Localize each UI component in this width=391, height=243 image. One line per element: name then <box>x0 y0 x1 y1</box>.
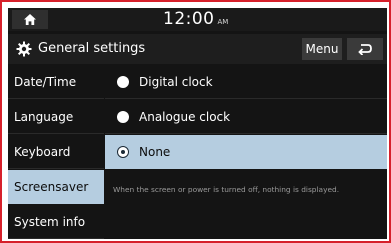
sidebar-item-label: Screensaver <box>14 180 89 194</box>
sidebar-item-system-info[interactable]: System info <box>8 205 104 239</box>
sidebar-item-screensaver[interactable]: Screensaver <box>8 170 104 204</box>
page-title: General settings <box>38 41 146 56</box>
sidebar-item-label: Keyboard <box>14 145 71 159</box>
settings-sidebar: Date/Time Language Keyboard Screensaver … <box>8 65 104 239</box>
sidebar-item-label: System info <box>14 215 86 229</box>
screensaver-options: Digital clock Analogue clock None When t… <box>105 65 387 239</box>
gear-icon <box>16 41 32 57</box>
status-bar: 12:00 AM <box>8 8 387 31</box>
option-label: Analogue clock <box>139 110 231 124</box>
sidebar-item-date-time[interactable]: Date/Time <box>8 65 104 99</box>
head-unit-screen: 12:00 AM General settings Menu Date/Time… <box>8 8 387 239</box>
home-button[interactable] <box>12 10 48 29</box>
radio-button[interactable] <box>117 76 129 88</box>
option-analogue-clock[interactable]: Analogue clock <box>105 100 387 134</box>
sidebar-item-language[interactable]: Language <box>8 100 104 134</box>
option-description: When the screen or power is turned off, … <box>113 185 340 194</box>
clock-time: 12:00 <box>163 9 215 29</box>
sidebar-item-label: Language <box>14 110 74 124</box>
option-none[interactable]: None <box>105 135 387 169</box>
option-digital-clock[interactable]: Digital clock <box>105 65 387 99</box>
clock-ampm: AM <box>217 18 229 26</box>
radio-button[interactable] <box>117 111 129 123</box>
back-button[interactable] <box>347 38 383 60</box>
radio-button-selected[interactable] <box>117 146 129 158</box>
sidebar-item-label: Date/Time <box>14 75 77 89</box>
title-bar: General settings Menu <box>8 34 387 64</box>
screenshot-frame: 12:00 AM General settings Menu Date/Time… <box>0 0 391 243</box>
clock: 12:00 AM <box>163 8 228 31</box>
option-label: None <box>139 145 171 159</box>
sidebar-item-keyboard[interactable]: Keyboard <box>8 135 104 169</box>
menu-button[interactable]: Menu <box>302 38 342 60</box>
option-label: Digital clock <box>139 75 213 89</box>
back-arrow-icon <box>358 44 372 55</box>
home-icon <box>24 14 36 25</box>
